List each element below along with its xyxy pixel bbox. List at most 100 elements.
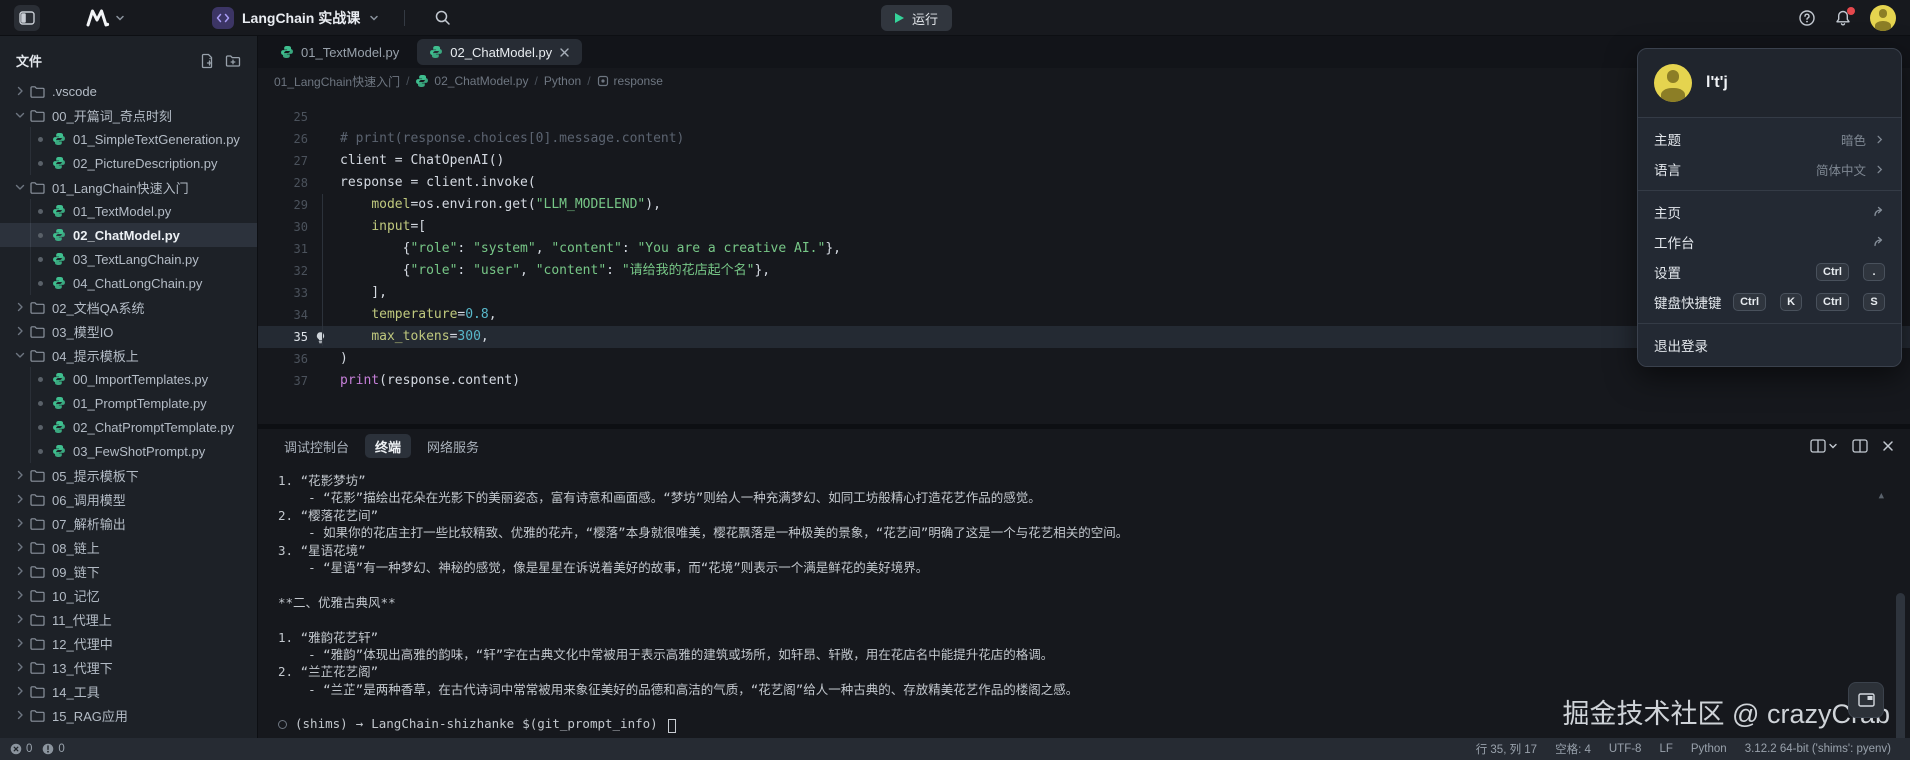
chevron-right-icon — [14, 685, 26, 697]
tree-file[interactable]: 00_ImportTemplates.py — [0, 367, 257, 391]
menu-item-label: 键盘快捷键 — [1654, 296, 1722, 311]
file-explorer-sidebar: 文件 .vscode 00_开篇词_奇点时刻 01_SimpleTextGene… — [0, 36, 258, 738]
marscode-logo-icon[interactable] — [86, 9, 110, 27]
tree-file[interactable]: 02_PictureDescription.py — [0, 151, 257, 175]
tree-folder[interactable]: 10_记忆 — [0, 583, 257, 607]
panel-tab[interactable]: 调试控制台 — [274, 434, 359, 458]
menu-item[interactable]: 语言 简体中文 — [1638, 154, 1901, 184]
menu-group: 主页 工作台 设置 Ctrl. 键盘快捷键 Ctrl K Ctrl S — [1638, 191, 1901, 324]
help-button[interactable] — [1798, 9, 1816, 27]
tree-file[interactable]: 03_TextLangChain.py — [0, 247, 257, 271]
tree-folder[interactable]: 00_开篇词_奇点时刻 — [0, 103, 257, 127]
notifications-button[interactable] — [1834, 6, 1855, 27]
tree-folder[interactable]: 08_链上 — [0, 535, 257, 559]
user-avatar-button[interactable] — [1870, 4, 1896, 31]
menu-group: 退出登录 — [1638, 324, 1901, 366]
floating-panel-button[interactable] — [1848, 682, 1884, 718]
scroll-up-arrow[interactable]: ▲ — [1879, 491, 1884, 501]
chevron-right-icon — [14, 637, 26, 649]
tree-folder[interactable]: 14_工具 — [0, 679, 257, 703]
split-panel-icon[interactable] — [1852, 439, 1868, 453]
sidebar-toggle-button[interactable] — [14, 4, 40, 31]
breadcrumb-separator: / — [587, 74, 591, 88]
menu-item-label: 主题 — [1654, 133, 1681, 148]
breadcrumb-item[interactable]: 01_LangChain快速入门 — [274, 73, 400, 90]
keyboard-key: K — [1780, 293, 1803, 311]
tree-folder[interactable]: 06_调用模型 — [0, 487, 257, 511]
line-number: 35 — [293, 330, 308, 344]
run-button[interactable]: 运行 — [881, 5, 953, 31]
tree-file[interactable]: 04_ChatLongChain.py — [0, 271, 257, 295]
chevron-right-icon — [14, 493, 26, 505]
tree-file[interactable]: 01_SimpleTextGeneration.py — [0, 127, 257, 151]
logo-chevron-down-icon[interactable] — [114, 12, 126, 24]
new-file-button[interactable] — [199, 53, 215, 69]
python-file-icon — [52, 276, 66, 290]
panel-tab[interactable]: 网络服务 — [417, 434, 489, 458]
menu-item[interactable]: 设置 Ctrl. — [1638, 257, 1901, 287]
tree-file[interactable]: 01_TextModel.py — [0, 199, 257, 223]
tree-file[interactable]: 02_ChatPromptTemplate.py — [0, 415, 257, 439]
status-item[interactable]: 空格: 4 — [1546, 741, 1600, 757]
menu-item[interactable]: 键盘快捷键 Ctrl K Ctrl S — [1638, 287, 1901, 317]
status-item[interactable]: 行 35, 列 17 — [1467, 741, 1546, 757]
new-folder-button[interactable] — [225, 53, 241, 69]
terminal-scrollbar[interactable] — [1896, 593, 1905, 738]
breadcrumb-item[interactable]: 02_ChatModel.py — [415, 74, 528, 88]
python-file-icon — [52, 444, 66, 458]
python-file-icon — [52, 132, 66, 146]
menu-item[interactable]: 工作台 — [1638, 227, 1901, 257]
user-menu: l't'j 主题 暗色 语言 简体中文 主页 工作台 设置 Ctrl . 键盘快… — [1637, 48, 1902, 367]
breadcrumb-item[interactable]: response — [597, 74, 663, 88]
editor-tab[interactable]: 02_ChatModel.py — [417, 39, 583, 65]
tree-item-label: 14_工具 — [52, 684, 100, 700]
warnings-badge[interactable]: 0 — [42, 743, 65, 755]
status-item[interactable]: Python — [1682, 743, 1736, 755]
tree-file[interactable]: 03_FewShotPrompt.py — [0, 439, 257, 463]
indent-guide — [322, 194, 323, 346]
status-item[interactable]: UTF-8 — [1600, 743, 1651, 755]
close-panel-icon[interactable] — [1882, 440, 1894, 452]
tree-folder[interactable]: 03_模型IO — [0, 319, 257, 343]
tree-folder[interactable]: 15_RAG应用 — [0, 703, 257, 727]
menu-item[interactable]: 主页 — [1638, 197, 1901, 227]
panel-tab[interactable]: 终端 — [365, 434, 412, 458]
search-button[interactable] — [429, 5, 455, 31]
tree-folder[interactable]: 04_提示模板上 — [0, 343, 257, 367]
breadcrumb-item[interactable]: Python — [544, 74, 581, 88]
folder-icon — [30, 685, 45, 698]
tree-folder[interactable]: 11_代理上 — [0, 607, 257, 631]
close-tab-icon[interactable] — [559, 47, 570, 58]
tree-file[interactable]: 01_PromptTemplate.py — [0, 391, 257, 415]
tree-folder[interactable]: 02_文档QA系统 — [0, 295, 257, 319]
lightbulb-icon[interactable] — [314, 331, 327, 344]
menu-item-label: 语言 — [1654, 163, 1681, 178]
split-panel-menu-icon[interactable] — [1810, 439, 1838, 453]
git-status-dot — [38, 136, 43, 142]
tree-folder[interactable]: 07_解析输出 — [0, 511, 257, 535]
project-switcher[interactable]: LangChain 实战课 — [212, 6, 380, 29]
terminal-cursor — [667, 719, 676, 734]
menu-item[interactable]: 退出登录 — [1638, 330, 1901, 360]
tree-item-label: 00_开篇词_奇点时刻 — [52, 108, 172, 124]
errors-badge[interactable]: 0 — [10, 743, 32, 755]
status-item[interactable]: 3.12.2 64-bit ('shims': pyenv) — [1736, 743, 1900, 755]
tree-folder[interactable]: 13_代理下 — [0, 655, 257, 679]
folder-icon — [30, 613, 45, 626]
chevron-right-icon — [14, 541, 26, 553]
chevron-down-icon — [14, 181, 26, 193]
warnings-count: 0 — [58, 743, 65, 755]
tree-folder[interactable]: 05_提示模板下 — [0, 463, 257, 487]
tree-item-label: 15_RAG应用 — [52, 708, 128, 724]
tree-folder[interactable]: 09_链下 — [0, 559, 257, 583]
tree-folder[interactable]: .vscode — [0, 79, 257, 103]
line-number: 32 — [293, 264, 308, 278]
status-item[interactable]: LF — [1650, 743, 1681, 755]
tree-folder[interactable]: 01_LangChain快速入门 — [0, 175, 257, 199]
tree-folder[interactable]: 12_代理中 — [0, 631, 257, 655]
git-status-dot — [38, 400, 43, 406]
menu-item[interactable]: 主题 暗色 — [1638, 124, 1901, 154]
prompt-arrow: → — [355, 716, 364, 732]
editor-tab[interactable]: 01_TextModel.py — [268, 39, 411, 65]
tree-file[interactable]: 02_ChatModel.py — [0, 223, 257, 247]
